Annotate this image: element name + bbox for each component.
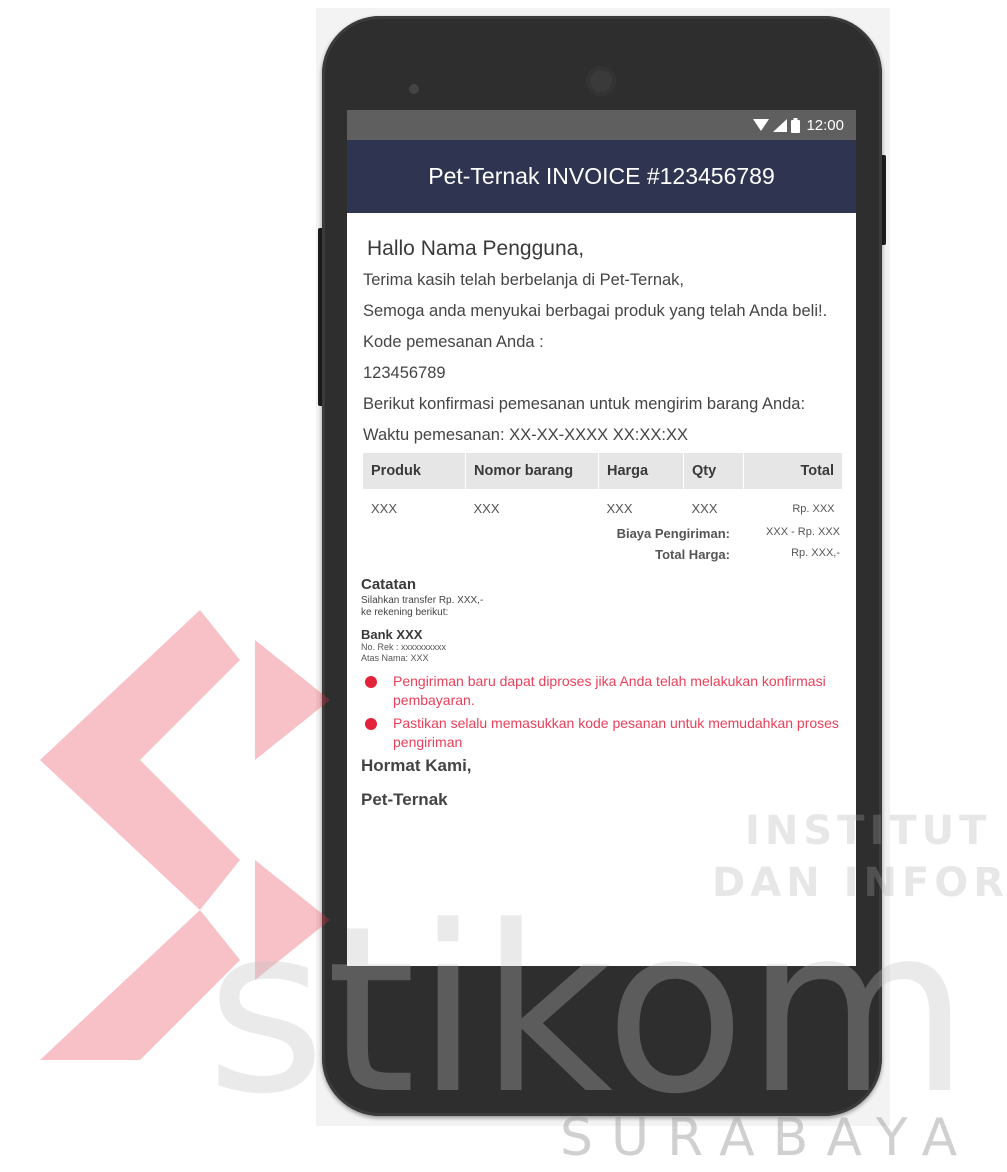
order-table: Produk Nomor barang Harga Qty Total XXX …: [363, 453, 843, 522]
shipping-row: Biaya Pengiriman: XXX - Rp. XXX: [363, 526, 842, 541]
col-produk: Produk: [363, 453, 466, 489]
cell-harga: XXX: [606, 501, 633, 516]
cell-qty: XXX: [691, 501, 718, 516]
col-harga: Harga: [598, 453, 684, 489]
wifi-icon: [753, 119, 770, 131]
status-bar: 12:00: [347, 110, 856, 140]
phone-screen: 12:00 Pet-Ternak INVOICE #123456789 Hall…: [347, 110, 856, 966]
shipping-value: XXX - Rp. XXX: [766, 526, 840, 538]
invoice-body: Hallo Nama Pengguna, Terima kasih telah …: [347, 237, 856, 810]
hope-text: Semoga anda menyukai berbagai produk yan…: [363, 302, 828, 320]
bank-name: Bank XXX: [361, 627, 423, 642]
battery-icon: [791, 117, 801, 133]
order-code-label: Kode pemesanan Anda :: [363, 333, 544, 351]
account-holder: Atas Nama: XXX: [361, 653, 429, 663]
confirm-text: Berikut konfirmasi pemesanan untuk mengi…: [363, 395, 806, 413]
front-camera-icon: [586, 66, 616, 96]
col-nomor-barang: Nomor barang: [465, 453, 599, 489]
cell-total: Rp. XXX: [792, 502, 835, 515]
warning-text: Pastikan selalu memasukkan kode pesanan …: [393, 715, 839, 750]
col-total: Total: [743, 453, 843, 489]
status-time: 12:00: [806, 116, 844, 134]
cell-nomor-barang: XXX: [473, 501, 500, 516]
notes-title: Catatan: [361, 576, 417, 593]
notes-line-2: ke rekening berikut:: [361, 607, 449, 618]
total-row: Total Harga: Rp. XXX,-: [363, 547, 842, 562]
warning-text: Pengiriman baru dapat diproses jika Anda…: [393, 673, 826, 708]
greeting: Hallo Nama Pengguna,: [367, 237, 585, 260]
table-row: XXX XXX XXX XXX Rp. XXX: [363, 489, 843, 522]
thanks-text: Terima kasih telah berbelanja di Pet-Ter…: [363, 271, 685, 289]
proximity-sensor: [409, 84, 419, 94]
app-bar: Pet-Ternak INVOICE #123456789: [347, 140, 856, 213]
page-title: Pet-Ternak INVOICE #123456789: [428, 163, 775, 189]
warning-item: Pengiriman baru dapat diproses jika Anda…: [363, 672, 842, 710]
col-qty: Qty: [683, 453, 744, 489]
notes-line-1: Silahkan transfer Rp. XXX,-: [361, 595, 484, 606]
signal-icon: [773, 118, 788, 132]
total-label: Total Harga:: [655, 547, 730, 562]
bullet-icon: [365, 718, 377, 730]
warning-item: Pastikan selalu memasukkan kode pesanan …: [363, 714, 842, 752]
order-code-value: 123456789: [363, 364, 446, 382]
shipping-label: Biaya Pengiriman:: [616, 526, 730, 541]
total-value: Rp. XXX,-: [791, 547, 840, 559]
account-number: No. Rek : xxxxxxxxxx: [361, 642, 447, 652]
table-header-row: Produk Nomor barang Harga Qty Total: [363, 453, 843, 489]
cell-produk: XXX: [371, 501, 398, 516]
bullet-icon: [365, 676, 377, 688]
regards-text: Hormat Kami,: [361, 756, 472, 775]
order-time: Waktu pemesanan: XX-XX-XXXX XX:XX:XX: [363, 426, 688, 444]
signature-text: Pet-Ternak: [361, 790, 448, 809]
